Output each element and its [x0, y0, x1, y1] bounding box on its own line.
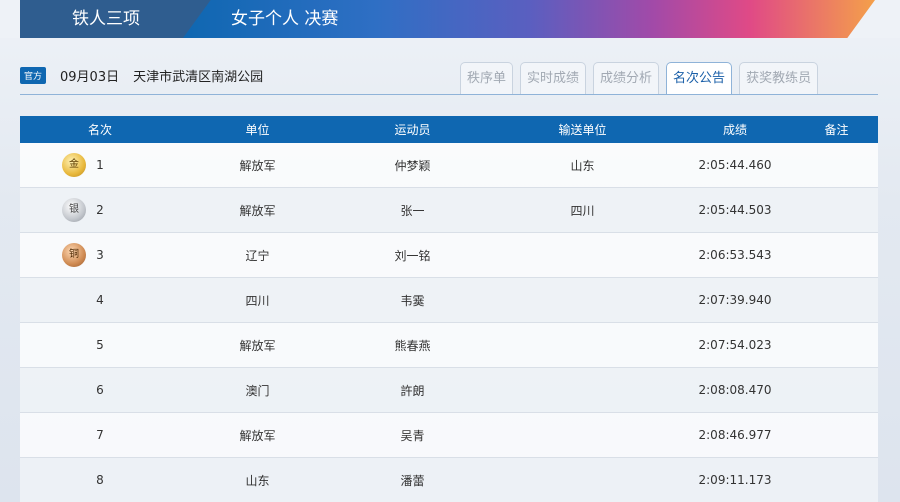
header-sending-unit: 输送单位: [558, 123, 607, 137]
event-date: 09月03日: [60, 69, 120, 85]
athlete-cell: 刘一铭: [394, 248, 431, 263]
header-unit: 单位: [245, 123, 270, 137]
unit-cell: 解放军: [239, 203, 276, 218]
tab-order-list[interactable]: 秩序单: [460, 62, 514, 94]
header-athlete: 运动员: [394, 123, 431, 137]
athlete-cell: 熊春燕: [394, 338, 431, 353]
result-cell: 2:05:44.503: [698, 203, 772, 217]
event-venue: 天津市武清区南湖公园: [133, 69, 264, 85]
rank-number: 2: [96, 203, 104, 217]
result-cell: 2:08:08.470: [698, 383, 772, 397]
medal-icon: 铜: [62, 243, 86, 267]
official-badge: 官方: [20, 66, 47, 84]
tab-results-analysis[interactable]: 成绩分析: [593, 62, 660, 94]
unit-cell: 澳门: [245, 383, 270, 398]
sending-unit-cell: 山东: [570, 158, 595, 173]
header-result: 成绩: [722, 123, 747, 137]
athlete-cell: 吴青: [400, 428, 425, 443]
athlete-cell: 韦霙: [400, 293, 425, 308]
unit-cell: 解放军: [239, 338, 276, 353]
result-cell: 2:05:44.460: [698, 158, 772, 172]
rank-cell: 5: [20, 338, 180, 352]
athlete-cell: 許朗: [400, 383, 425, 398]
result-tabs: 秩序单 实时成绩 成绩分析 名次公告 获奖教练员: [460, 62, 819, 94]
table-row: 6 澳门 許朗 2:08:08.470: [20, 368, 878, 413]
tabs-divider: [20, 94, 878, 95]
table-row: 7 解放军 吴青 2:08:46.977: [20, 413, 878, 458]
table-row: 银 2 解放军 张一 四川 2:05:44.503: [20, 188, 878, 233]
tab-live-results[interactable]: 实时成绩: [520, 62, 587, 94]
rank-number: 7: [96, 428, 104, 442]
rank-cell: 4: [20, 293, 180, 307]
athlete-cell: 仲梦颖: [394, 158, 431, 173]
table-row: 金 1 解放军 仲梦颖 山东 2:05:44.460: [20, 143, 878, 188]
table-row: 铜 3 辽宁 刘一铭 2:06:53.543: [20, 233, 878, 278]
results-table: 名次 单位 运动员 输送单位 成绩 备注 金 1 解放军 仲梦颖 山东 2:05…: [20, 116, 878, 502]
header-note: 备注: [824, 123, 849, 137]
rank-number: 4: [96, 293, 104, 307]
rank-cell: 银 2: [20, 198, 180, 222]
rank-cell: 7: [20, 428, 180, 442]
tab-rankings[interactable]: 名次公告: [666, 62, 733, 94]
rank-number: 8: [96, 473, 104, 487]
result-cell: 2:08:46.977: [698, 428, 772, 442]
rank-number: 5: [96, 338, 104, 352]
result-cell: 2:07:54.023: [698, 338, 772, 352]
result-cell: 2:09:11.173: [698, 473, 772, 487]
tab-award-coaches[interactable]: 获奖教练员: [739, 62, 819, 94]
table-row: 5 解放军 熊春燕 2:07:54.023: [20, 323, 878, 368]
table-row: 8 山东 潘蕾 2:09:11.173: [20, 458, 878, 502]
rank-number: 1: [96, 158, 104, 172]
medal-icon: 金: [62, 153, 86, 177]
header-banner: 铁人三项 女子个人 决赛: [0, 0, 900, 38]
result-cell: 2:06:53.543: [698, 248, 772, 262]
header-rank: 名次: [87, 123, 112, 137]
unit-cell: 辽宁: [245, 248, 270, 263]
rank-number: 6: [96, 383, 104, 397]
event-title: 女子个人 决赛: [183, 0, 875, 38]
medal-icon: 银: [62, 198, 86, 222]
rank-cell: 6: [20, 383, 180, 397]
unit-cell: 解放军: [239, 428, 276, 443]
rank-cell: 铜 3: [20, 243, 180, 267]
rank-number: 3: [96, 248, 104, 262]
unit-cell: 四川: [245, 293, 270, 308]
table-header: 名次 单位 运动员 输送单位 成绩 备注: [20, 116, 878, 143]
table-row: 4 四川 韦霙 2:07:39.940: [20, 278, 878, 323]
athlete-cell: 张一: [400, 203, 425, 218]
unit-cell: 山东: [245, 473, 270, 488]
event-info: 官方 09月03日 天津市武清区南湖公园: [20, 64, 263, 86]
rank-cell: 8: [20, 473, 180, 487]
result-cell: 2:07:39.940: [698, 293, 772, 307]
table-body: 金 1 解放军 仲梦颖 山东 2:05:44.460 银 2 解放军 张一 四川…: [20, 143, 878, 502]
sending-unit-cell: 四川: [570, 203, 595, 218]
athlete-cell: 潘蕾: [400, 473, 425, 488]
unit-cell: 解放军: [239, 158, 276, 173]
rank-cell: 金 1: [20, 153, 180, 177]
